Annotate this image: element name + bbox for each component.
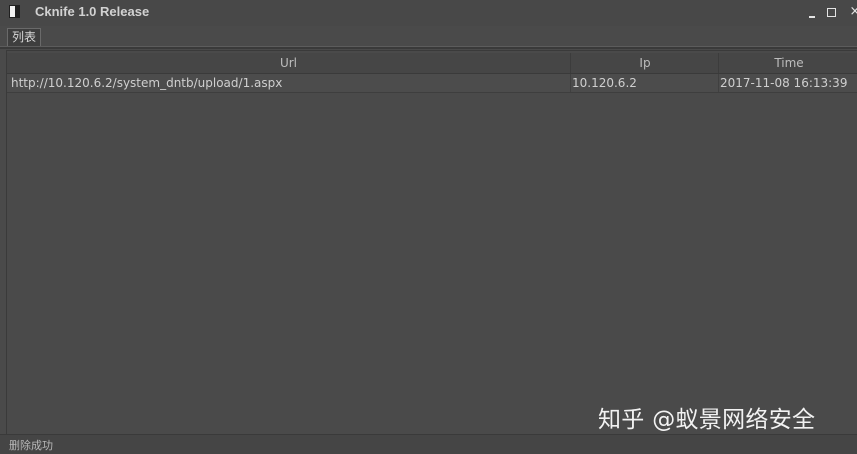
table-row[interactable]: http://10.120.6.2/system_dntb/upload/1.a… xyxy=(7,74,857,93)
status-bar: 删除成功 xyxy=(0,434,857,454)
column-header-ip[interactable]: Ip xyxy=(570,53,719,73)
close-button[interactable]: × xyxy=(847,3,857,21)
minimize-button[interactable] xyxy=(804,3,820,21)
cell-time: 2017-11-08 16:13:39 xyxy=(718,74,857,92)
tab-list[interactable]: 列表 xyxy=(7,28,41,46)
watermark: 知乎 @蚁景网络安全 xyxy=(598,407,816,433)
window-title: Cknife 1.0 Release xyxy=(35,4,150,19)
status-message: 删除成功 xyxy=(9,439,53,452)
app-icon xyxy=(9,5,20,18)
table-header: Url Ip Time xyxy=(7,53,857,74)
title-bar: Cknife 1.0 Release × xyxy=(0,0,857,26)
column-header-url[interactable]: Url xyxy=(7,53,570,73)
cell-ip: 10.120.6.2 xyxy=(570,74,717,92)
shell-list-panel: Url Ip Time http://10.120.6.2/system_dnt… xyxy=(6,50,857,434)
tab-divider xyxy=(0,46,857,49)
maximize-button[interactable] xyxy=(824,3,840,21)
column-header-time[interactable]: Time xyxy=(718,53,857,73)
cell-url: http://10.120.6.2/system_dntb/upload/1.a… xyxy=(11,76,283,90)
